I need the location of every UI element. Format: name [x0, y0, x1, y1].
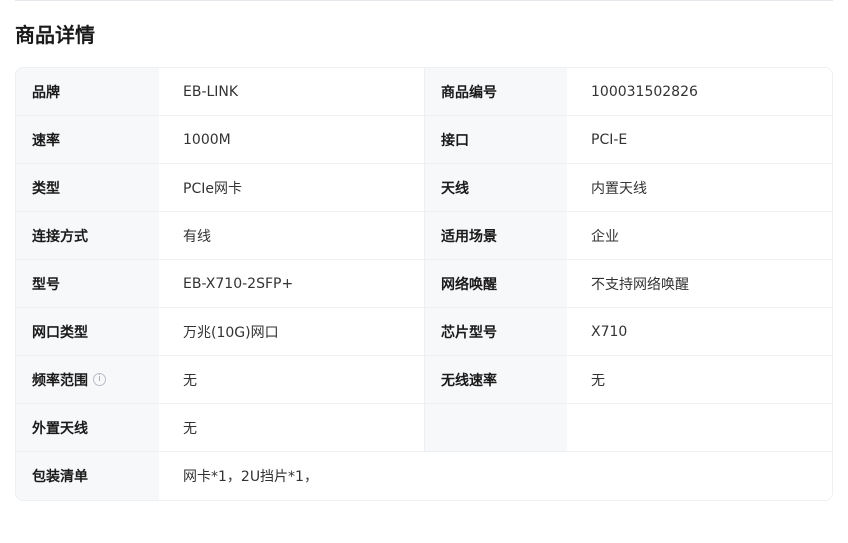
spec-value: PCI-E — [567, 116, 832, 163]
spec-label: 网口类型 — [16, 308, 159, 355]
spec-row: 外置天线 无 — [16, 404, 832, 452]
spec-value: 不支持网络唤醒 — [567, 260, 832, 307]
spec-label-with-info: 频率范围 i — [16, 356, 159, 403]
spec-value: 100031502826 — [567, 68, 832, 115]
spec-label: 连接方式 — [16, 212, 159, 259]
spec-value: 网卡*1，2U挡片*1， — [159, 452, 832, 500]
spec-label: 天线 — [425, 164, 567, 211]
spec-label: 速率 — [16, 116, 159, 163]
spec-label: 类型 — [16, 164, 159, 211]
spec-label: 接口 — [425, 116, 567, 163]
spec-value: 企业 — [567, 212, 832, 259]
page-title: 商品详情 — [15, 23, 95, 47]
spec-row: 类型 PCIe网卡 天线 内置天线 — [16, 164, 832, 212]
spec-label-empty — [425, 404, 567, 451]
spec-row: 品牌 EB-LINK 商品编号 100031502826 — [16, 68, 832, 116]
spec-table: 品牌 EB-LINK 商品编号 100031502826 速率 1000M 接口… — [15, 67, 833, 501]
spec-row: 速率 1000M 接口 PCI-E — [16, 116, 832, 164]
spec-value: EB-X710-2SFP+ — [159, 260, 425, 307]
spec-value-empty — [567, 404, 832, 451]
spec-value: 无 — [567, 356, 832, 403]
spec-value: 无 — [159, 356, 425, 403]
spec-value: EB-LINK — [159, 68, 425, 115]
spec-label: 芯片型号 — [425, 308, 567, 355]
spec-label: 适用场景 — [425, 212, 567, 259]
spec-value: PCIe网卡 — [159, 164, 425, 211]
spec-label-text: 频率范围 — [32, 372, 88, 389]
spec-label: 品牌 — [16, 68, 159, 115]
spec-value: 万兆(10G)网口 — [159, 308, 425, 355]
spec-row: 网口类型 万兆(10G)网口 芯片型号 X710 — [16, 308, 832, 356]
spec-row: 频率范围 i 无 无线速率 无 — [16, 356, 832, 404]
spec-row: 包装清单 网卡*1，2U挡片*1， — [16, 452, 832, 500]
spec-label: 无线速率 — [425, 356, 567, 403]
spec-value: 内置天线 — [567, 164, 832, 211]
top-divider — [15, 0, 833, 1]
spec-label: 外置天线 — [16, 404, 159, 451]
spec-label: 包装清单 — [16, 452, 159, 500]
info-icon[interactable]: i — [93, 373, 106, 386]
spec-value: 1000M — [159, 116, 425, 163]
spec-label: 网络唤醒 — [425, 260, 567, 307]
spec-label: 商品编号 — [425, 68, 567, 115]
spec-value: X710 — [567, 308, 832, 355]
spec-value: 有线 — [159, 212, 425, 259]
spec-value: 无 — [159, 404, 425, 451]
spec-row: 连接方式 有线 适用场景 企业 — [16, 212, 832, 260]
spec-row: 型号 EB-X710-2SFP+ 网络唤醒 不支持网络唤醒 — [16, 260, 832, 308]
spec-label: 型号 — [16, 260, 159, 307]
